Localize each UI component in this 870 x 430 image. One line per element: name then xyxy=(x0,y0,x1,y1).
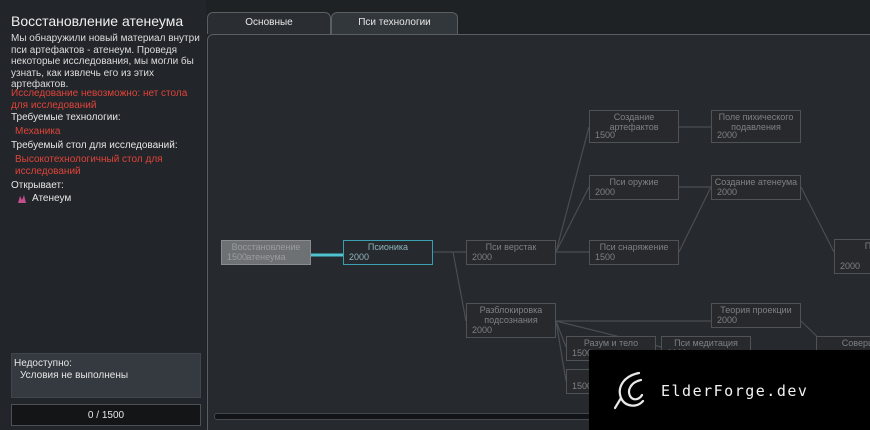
tree-horizontal-scrollbar[interactable] xyxy=(214,413,594,420)
tech-node-ateneum-creation[interactable]: Создание атенеума 2000 xyxy=(711,175,801,200)
tech-node-psychic-suppression-field[interactable]: Поле пихического подавления 2000 xyxy=(711,110,801,143)
research-progress-button[interactable]: 0 / 1500 xyxy=(11,404,201,426)
elderforge-logo-icon xyxy=(613,371,645,410)
tab-psi-tech[interactable]: Пси технологии xyxy=(331,12,458,34)
unlocks-item-label: Атенеум xyxy=(32,193,72,204)
tech-node-psi-workbench[interactable]: Пси верстак 2000 xyxy=(466,240,556,265)
tab-main[interactable]: Основные xyxy=(207,12,331,34)
unlocks-label: Открывает: xyxy=(11,180,64,191)
tech-node-artifact-crafting[interactable]: Создание артефактов 1500 xyxy=(589,110,679,143)
unavailable-box: Недоступно: Условия не выполнены xyxy=(11,353,201,398)
watermark: ElderForge.dev xyxy=(589,350,870,430)
unavailable-heading: Недоступно: xyxy=(14,358,72,369)
research-title: Восстановление атенеума xyxy=(11,13,184,29)
ateneum-icon xyxy=(17,194,27,204)
watermark-text: ElderForge.dev xyxy=(661,382,809,400)
tech-node-psi-gear[interactable]: Пси снаряжение 1500 xyxy=(589,240,679,265)
tech-node-projection-theory[interactable]: Теория проекции 2000 xyxy=(711,303,801,328)
tech-node-psionics[interactable]: Псионика 2000 xyxy=(343,240,433,265)
tech-node-partial-right[interactable]: Пер сн2000 xyxy=(834,239,870,274)
required-tech-label: Требуемые технологии: xyxy=(11,112,121,123)
required-bench-value: Высокотехнологичный стол для исследовани… xyxy=(15,154,163,177)
unlocks-item[interactable]: Атенеум xyxy=(17,193,71,204)
research-info-panel: Восстановление атенеума Мы обнаружили но… xyxy=(0,0,206,430)
tech-node-psi-weapons[interactable]: Пси оружие 2000 xyxy=(589,175,679,200)
tech-node-ateneum-restoration[interactable]: Восстановление атенеума 1500 xyxy=(221,240,311,265)
unavailable-reason: Условия не выполнены xyxy=(20,370,129,381)
progress-text: 0 / 1500 xyxy=(87,410,125,421)
research-warning: Исследование невозможно: нет стола для и… xyxy=(11,88,188,111)
required-bench-label: Требуемый стол для исследований: xyxy=(11,140,178,151)
tech-node-subconscious-unlock[interactable]: Разблокировка подсознания 2000 xyxy=(466,303,556,338)
required-tech-value: Механика xyxy=(15,126,61,137)
research-description: Мы обнаружили новый материал внутри пси … xyxy=(11,33,200,90)
